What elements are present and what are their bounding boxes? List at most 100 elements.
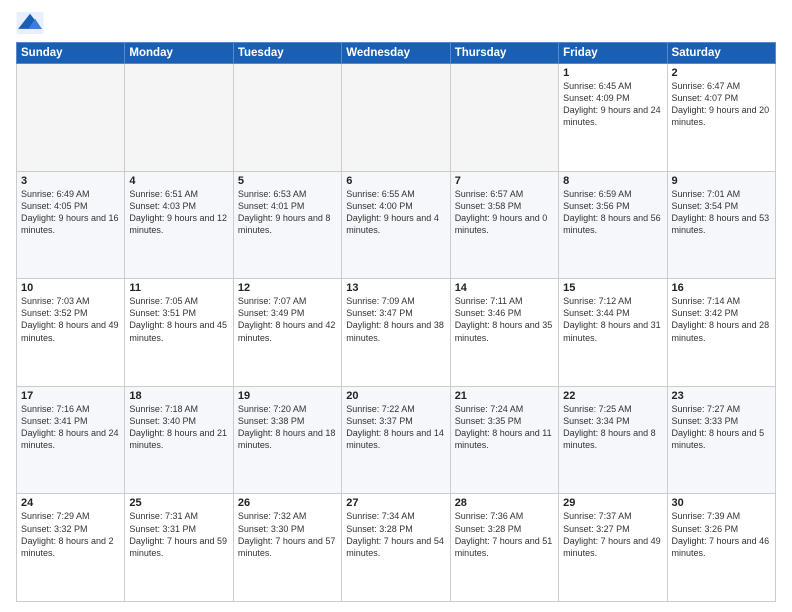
calendar-cell: 30Sunrise: 7:39 AMSunset: 3:26 PMDayligh… xyxy=(667,494,775,602)
day-number: 22 xyxy=(563,390,662,402)
calendar-cell: 18Sunrise: 7:18 AMSunset: 3:40 PMDayligh… xyxy=(125,386,233,494)
calendar-cell: 6Sunrise: 6:55 AMSunset: 4:00 PMDaylight… xyxy=(342,171,450,279)
calendar-cell: 7Sunrise: 6:57 AMSunset: 3:58 PMDaylight… xyxy=(450,171,558,279)
calendar-week-row: 10Sunrise: 7:03 AMSunset: 3:52 PMDayligh… xyxy=(17,279,776,387)
calendar-cell: 11Sunrise: 7:05 AMSunset: 3:51 PMDayligh… xyxy=(125,279,233,387)
calendar-cell: 29Sunrise: 7:37 AMSunset: 3:27 PMDayligh… xyxy=(559,494,667,602)
day-number: 30 xyxy=(672,497,771,509)
day-info: Sunrise: 6:55 AMSunset: 4:00 PMDaylight:… xyxy=(346,188,445,237)
logo xyxy=(16,12,48,34)
calendar-cell: 17Sunrise: 7:16 AMSunset: 3:41 PMDayligh… xyxy=(17,386,125,494)
day-info: Sunrise: 7:24 AMSunset: 3:35 PMDaylight:… xyxy=(455,403,554,452)
calendar-cell: 9Sunrise: 7:01 AMSunset: 3:54 PMDaylight… xyxy=(667,171,775,279)
calendar-cell: 4Sunrise: 6:51 AMSunset: 4:03 PMDaylight… xyxy=(125,171,233,279)
day-number: 6 xyxy=(346,175,445,187)
day-info: Sunrise: 7:12 AMSunset: 3:44 PMDaylight:… xyxy=(563,295,662,344)
day-info: Sunrise: 7:03 AMSunset: 3:52 PMDaylight:… xyxy=(21,295,120,344)
calendar-cell: 3Sunrise: 6:49 AMSunset: 4:05 PMDaylight… xyxy=(17,171,125,279)
calendar-cell: 26Sunrise: 7:32 AMSunset: 3:30 PMDayligh… xyxy=(233,494,341,602)
calendar-cell xyxy=(450,64,558,172)
calendar-cell: 2Sunrise: 6:47 AMSunset: 4:07 PMDaylight… xyxy=(667,64,775,172)
day-number: 15 xyxy=(563,282,662,294)
weekday-header: Wednesday xyxy=(342,43,450,64)
day-number: 7 xyxy=(455,175,554,187)
calendar-cell: 5Sunrise: 6:53 AMSunset: 4:01 PMDaylight… xyxy=(233,171,341,279)
calendar-cell: 28Sunrise: 7:36 AMSunset: 3:28 PMDayligh… xyxy=(450,494,558,602)
calendar-week-row: 24Sunrise: 7:29 AMSunset: 3:32 PMDayligh… xyxy=(17,494,776,602)
day-number: 2 xyxy=(672,67,771,79)
calendar-cell: 21Sunrise: 7:24 AMSunset: 3:35 PMDayligh… xyxy=(450,386,558,494)
calendar-cell xyxy=(233,64,341,172)
day-number: 17 xyxy=(21,390,120,402)
calendar-cell: 23Sunrise: 7:27 AMSunset: 3:33 PMDayligh… xyxy=(667,386,775,494)
calendar-cell: 20Sunrise: 7:22 AMSunset: 3:37 PMDayligh… xyxy=(342,386,450,494)
day-info: Sunrise: 7:36 AMSunset: 3:28 PMDaylight:… xyxy=(455,510,554,559)
day-number: 28 xyxy=(455,497,554,509)
day-info: Sunrise: 7:07 AMSunset: 3:49 PMDaylight:… xyxy=(238,295,337,344)
day-info: Sunrise: 6:53 AMSunset: 4:01 PMDaylight:… xyxy=(238,188,337,237)
day-info: Sunrise: 7:14 AMSunset: 3:42 PMDaylight:… xyxy=(672,295,771,344)
day-number: 1 xyxy=(563,67,662,79)
day-number: 3 xyxy=(21,175,120,187)
day-number: 13 xyxy=(346,282,445,294)
weekday-header: Sunday xyxy=(17,43,125,64)
weekday-header: Saturday xyxy=(667,43,775,64)
calendar-cell: 19Sunrise: 7:20 AMSunset: 3:38 PMDayligh… xyxy=(233,386,341,494)
calendar-week-row: 3Sunrise: 6:49 AMSunset: 4:05 PMDaylight… xyxy=(17,171,776,279)
day-number: 12 xyxy=(238,282,337,294)
day-info: Sunrise: 7:25 AMSunset: 3:34 PMDaylight:… xyxy=(563,403,662,452)
calendar-cell xyxy=(125,64,233,172)
day-number: 10 xyxy=(21,282,120,294)
calendar-cell: 10Sunrise: 7:03 AMSunset: 3:52 PMDayligh… xyxy=(17,279,125,387)
day-info: Sunrise: 6:49 AMSunset: 4:05 PMDaylight:… xyxy=(21,188,120,237)
header xyxy=(16,12,776,34)
day-info: Sunrise: 7:09 AMSunset: 3:47 PMDaylight:… xyxy=(346,295,445,344)
day-number: 23 xyxy=(672,390,771,402)
day-info: Sunrise: 7:29 AMSunset: 3:32 PMDaylight:… xyxy=(21,510,120,559)
day-info: Sunrise: 7:18 AMSunset: 3:40 PMDaylight:… xyxy=(129,403,228,452)
page: SundayMondayTuesdayWednesdayThursdayFrid… xyxy=(0,0,792,612)
day-info: Sunrise: 6:51 AMSunset: 4:03 PMDaylight:… xyxy=(129,188,228,237)
calendar-week-row: 1Sunrise: 6:45 AMSunset: 4:09 PMDaylight… xyxy=(17,64,776,172)
weekday-header: Thursday xyxy=(450,43,558,64)
calendar-cell: 24Sunrise: 7:29 AMSunset: 3:32 PMDayligh… xyxy=(17,494,125,602)
calendar-table: SundayMondayTuesdayWednesdayThursdayFrid… xyxy=(16,42,776,602)
day-info: Sunrise: 7:27 AMSunset: 3:33 PMDaylight:… xyxy=(672,403,771,452)
day-number: 5 xyxy=(238,175,337,187)
weekday-header: Monday xyxy=(125,43,233,64)
day-info: Sunrise: 7:05 AMSunset: 3:51 PMDaylight:… xyxy=(129,295,228,344)
day-number: 14 xyxy=(455,282,554,294)
day-number: 18 xyxy=(129,390,228,402)
day-number: 29 xyxy=(563,497,662,509)
day-number: 8 xyxy=(563,175,662,187)
calendar-cell: 16Sunrise: 7:14 AMSunset: 3:42 PMDayligh… xyxy=(667,279,775,387)
logo-icon xyxy=(16,12,44,34)
calendar-cell: 13Sunrise: 7:09 AMSunset: 3:47 PMDayligh… xyxy=(342,279,450,387)
day-number: 21 xyxy=(455,390,554,402)
calendar-cell: 15Sunrise: 7:12 AMSunset: 3:44 PMDayligh… xyxy=(559,279,667,387)
day-info: Sunrise: 6:57 AMSunset: 3:58 PMDaylight:… xyxy=(455,188,554,237)
day-info: Sunrise: 6:45 AMSunset: 4:09 PMDaylight:… xyxy=(563,80,662,129)
day-info: Sunrise: 7:20 AMSunset: 3:38 PMDaylight:… xyxy=(238,403,337,452)
day-info: Sunrise: 7:22 AMSunset: 3:37 PMDaylight:… xyxy=(346,403,445,452)
day-info: Sunrise: 7:39 AMSunset: 3:26 PMDaylight:… xyxy=(672,510,771,559)
calendar-cell: 25Sunrise: 7:31 AMSunset: 3:31 PMDayligh… xyxy=(125,494,233,602)
day-info: Sunrise: 7:01 AMSunset: 3:54 PMDaylight:… xyxy=(672,188,771,237)
day-number: 20 xyxy=(346,390,445,402)
calendar-week-row: 17Sunrise: 7:16 AMSunset: 3:41 PMDayligh… xyxy=(17,386,776,494)
day-number: 16 xyxy=(672,282,771,294)
day-number: 11 xyxy=(129,282,228,294)
weekday-header-row: SundayMondayTuesdayWednesdayThursdayFrid… xyxy=(17,43,776,64)
weekday-header: Tuesday xyxy=(233,43,341,64)
day-number: 25 xyxy=(129,497,228,509)
calendar-cell: 27Sunrise: 7:34 AMSunset: 3:28 PMDayligh… xyxy=(342,494,450,602)
day-number: 9 xyxy=(672,175,771,187)
calendar-cell: 8Sunrise: 6:59 AMSunset: 3:56 PMDaylight… xyxy=(559,171,667,279)
day-number: 27 xyxy=(346,497,445,509)
day-number: 4 xyxy=(129,175,228,187)
day-number: 26 xyxy=(238,497,337,509)
day-info: Sunrise: 7:11 AMSunset: 3:46 PMDaylight:… xyxy=(455,295,554,344)
day-number: 19 xyxy=(238,390,337,402)
calendar-cell xyxy=(17,64,125,172)
day-info: Sunrise: 7:34 AMSunset: 3:28 PMDaylight:… xyxy=(346,510,445,559)
